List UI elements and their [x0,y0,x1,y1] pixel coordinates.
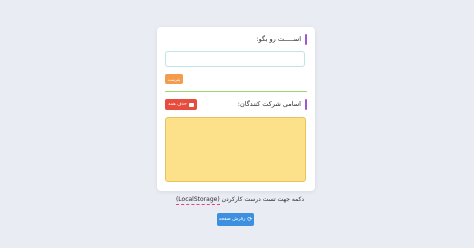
trash-icon [188,102,194,107]
name-heading: اســـــت رو بگو: [256,33,307,45]
note-code: (LocalStorage) [175,196,220,205]
clear-all-button[interactable]: حذف همه [165,99,197,110]
heading-accent-bar [305,33,307,45]
refresh-page-label: رفرش صفحه [218,217,246,222]
name-input[interactable] [165,51,305,67]
heading-accent-bar [305,98,307,110]
submit-button[interactable]: بفرست [165,74,183,84]
note-text: دکمه جهت تست درست کارکردن [221,196,305,203]
name-heading-label: اســـــت رو بگو: [256,35,301,43]
participants-heading-label: اسامی شرکت کنندگان: [237,100,301,108]
participants-heading: اسامی شرکت کنندگان: [238,98,307,110]
section-divider [165,91,307,92]
storage-test-note: دکمه جهت تست درست کارکردن (LocalStorage) [165,196,315,205]
clear-all-label: حذف همه [168,102,187,107]
participants-list [165,117,306,182]
refresh-page-button[interactable]: ⟳ رفرش صفحه [217,213,254,226]
main-card: اســـــت رو بگو: بفرست اسامی شرکت کنندگا… [157,27,315,191]
refresh-icon: ⟳ [247,215,253,223]
